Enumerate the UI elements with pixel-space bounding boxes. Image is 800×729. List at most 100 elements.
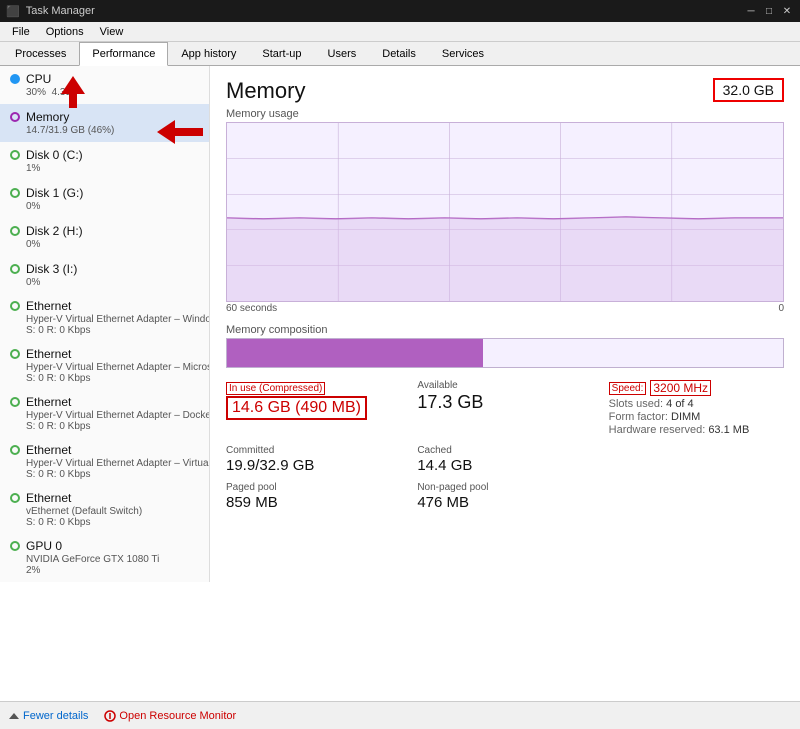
stat-committed: Committed 19.9/32.9 GB [226,445,401,474]
sidebar-item-name-8: Ethernet [26,395,71,409]
fewer-details-button[interactable]: Fewer details [8,710,88,722]
tab-app-history[interactable]: App history [168,42,249,66]
stat-speed-label: Speed: [609,382,647,395]
sidebar-item-name-11: GPU 0 [26,539,62,553]
sidebar-dot-9 [10,445,20,455]
sidebar-dot-3 [10,188,20,198]
stat-in-use-value: 14.6 GB (490 MB) [226,396,367,420]
form-factor-value: DIMM [671,411,700,423]
graph-time-start: 60 seconds [226,303,277,314]
tab-details[interactable]: Details [369,42,429,66]
sidebar-item-name-0: CPU [26,72,51,86]
menu-options[interactable]: Options [38,22,92,42]
stat-paged-pool-value: 859 MB [226,494,401,511]
maximize-button[interactable]: □ [762,4,776,18]
sidebar-item-9[interactable]: EthernetHyper-V Virtual Ethernet Adapter… [0,438,209,486]
open-resource-monitor-button[interactable]: Open Resource Monitor [104,710,236,722]
sidebar-item-11[interactable]: GPU 0NVIDIA GeForce GTX 1080 Ti 2% [0,534,209,582]
block-icon [104,710,116,722]
hw-reserved-value: 63.1 MB [708,424,749,436]
sidebar: CPU30% 4.35Memory14.7/31.9 GB (46%)Disk … [0,66,210,582]
sidebar-item-1[interactable]: Memory14.7/31.9 GB (46%) [0,104,209,142]
menu-view[interactable]: View [92,22,132,42]
sidebar-dot-6 [10,301,20,311]
minimize-button[interactable]: ─ [744,4,758,18]
content-area: Memory 32.0 GB Memory usage [210,66,800,701]
stat-speed-value: 3200 MHz [650,380,711,396]
sidebar-item-name-6: Ethernet [26,299,71,313]
sidebar-item-name-1: Memory [26,110,69,124]
sidebar-dot-8 [10,397,20,407]
sidebar-item-detail-1: 14.7/31.9 GB (46%) [26,125,201,136]
sidebar-item-name-3: Disk 1 (G:) [26,186,83,200]
sidebar-item-6[interactable]: EthernetHyper-V Virtual Ethernet Adapter… [0,294,209,342]
sidebar-dot-10 [10,493,20,503]
menu-file[interactable]: File [4,22,38,42]
tab-services[interactable]: Services [429,42,497,66]
sidebar-item-name-4: Disk 2 (H:) [26,224,83,238]
close-button[interactable]: ✕ [780,4,794,18]
sidebar-item-8[interactable]: EthernetHyper-V Virtual Ethernet Adapter… [0,390,209,438]
memory-composition-bar [226,338,784,368]
bottom-bar: Fewer details Open Resource Monitor [0,701,800,729]
sidebar-dot-2 [10,150,20,160]
menu-bar: File Options View [0,22,800,42]
graph-label: Memory usage [226,108,784,120]
chevron-up-icon [8,710,20,722]
sidebar-item-10[interactable]: EthernetvEthernet (Default Switch) S: 0 … [0,486,209,534]
sidebar-item-detail-4: 0% [26,239,201,250]
stat-non-paged-pool-label: Non-paged pool [417,482,592,493]
composition-label: Memory composition [226,324,784,336]
stat-in-use: In use (Compressed) 14.6 GB (490 MB) [226,380,401,437]
stat-available: Available 17.3 GB [417,380,592,437]
stat-in-use-label: In use (Compressed) [226,382,325,395]
app-icon: ⬛ [6,5,20,18]
sidebar-item-detail-0: 30% 4.35 [26,87,201,98]
tab-startup[interactable]: Start-up [249,42,314,66]
sidebar-item-5[interactable]: Disk 3 (I:)0% [0,256,209,294]
sidebar-item-3[interactable]: Disk 1 (G:)0% [0,180,209,218]
sidebar-item-detail-5: 0% [26,277,201,288]
sidebar-item-detail-9: Hyper-V Virtual Ethernet Adapter – Virtu… [26,458,201,480]
slots-value: 4 of 4 [666,398,694,410]
sidebar-item-name-9: Ethernet [26,443,71,457]
stat-committed-label: Committed [226,445,401,456]
sidebar-item-detail-10: vEthernet (Default Switch) S: 0 R: 0 Kbp… [26,506,201,528]
sidebar-item-0[interactable]: CPU30% 4.35 [0,66,209,104]
sidebar-dot-0 [10,74,20,84]
stat-available-label: Available [417,380,592,391]
stat-cached: Cached 14.4 GB [417,445,592,474]
sidebar-dot-1 [10,112,20,122]
tab-users[interactable]: Users [315,42,370,66]
title-bar: ⬛ Task Manager ─ □ ✕ [0,0,800,22]
content-title: Memory [226,78,305,104]
stat-cached-label: Cached [417,445,592,456]
sidebar-item-detail-3: 0% [26,201,201,212]
tabs-bar: Processes Performance App history Start-… [0,42,800,66]
graph-time-end: 0 [778,303,784,314]
size-badge: 32.0 GB [713,78,784,102]
stat-non-paged-pool: Non-paged pool 476 MB [417,482,592,511]
sidebar-item-name-7: Ethernet [26,347,71,361]
slots-label: Slots used: [609,398,663,410]
tab-performance[interactable]: Performance [79,42,168,66]
stat-paged-pool: Paged pool 859 MB [226,482,401,511]
stat-speed-block: Speed: 3200 MHz Slots used: 4 of 4 Form … [609,380,784,437]
stat-non-paged-pool-value: 476 MB [417,494,592,511]
sidebar-item-detail-7: Hyper-V Virtual Ethernet Adapter – Micro… [26,362,201,384]
sidebar-item-4[interactable]: Disk 2 (H:)0% [0,218,209,256]
sidebar-dot-4 [10,226,20,236]
sidebar-item-2[interactable]: Disk 0 (C:)1% [0,142,209,180]
sidebar-item-detail-11: NVIDIA GeForce GTX 1080 Ti 2% [26,554,201,576]
sidebar-item-name-2: Disk 0 (C:) [26,148,83,162]
sidebar-item-detail-2: 1% [26,163,201,174]
sidebar-item-name-5: Disk 3 (I:) [26,262,77,276]
tab-processes[interactable]: Processes [2,42,79,66]
form-factor-label: Form factor: [609,411,668,423]
stat-committed-value: 19.9/32.9 GB [226,457,401,474]
sidebar-item-7[interactable]: EthernetHyper-V Virtual Ethernet Adapter… [0,342,209,390]
sidebar-dot-11 [10,541,20,551]
sidebar-item-detail-8: Hyper-V Virtual Ethernet Adapter – Docke… [26,410,201,432]
title-text: Task Manager [26,5,744,17]
stat-available-value: 17.3 GB [417,392,592,413]
